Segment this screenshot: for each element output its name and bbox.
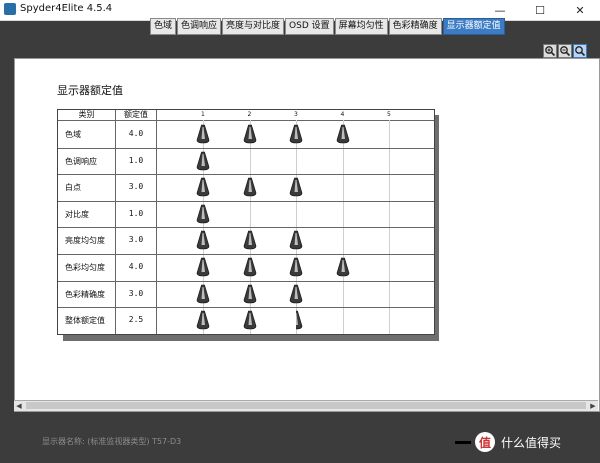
column-divider <box>156 110 157 334</box>
report-title: 显示器额定值 <box>57 84 123 97</box>
maximize-button[interactable]: ☐ <box>520 0 560 20</box>
scroll-thumb[interactable] <box>26 402 586 409</box>
rating-cone-icon <box>243 310 256 330</box>
tab-tone-response[interactable]: 色调响应 <box>177 18 222 35</box>
header-rating: 额定值 <box>124 110 148 119</box>
row-rating: 3.0 <box>128 235 144 245</box>
rating-cone-icon <box>243 231 256 250</box>
row-rating: 3.0 <box>128 182 144 192</box>
rating-cone-icon <box>289 177 303 197</box>
rating-cone-icon <box>196 231 210 250</box>
scale-tick-label: 1 <box>201 111 205 118</box>
row-category: 对比度 <box>65 209 89 219</box>
tab-gamut[interactable]: 色域 <box>150 18 177 35</box>
rating-cone-icon <box>243 284 256 303</box>
row-divider <box>58 227 434 228</box>
scroll-left-icon[interactable]: ◀ <box>14 401 24 411</box>
rating-cone-icon <box>196 284 210 303</box>
close-button[interactable]: ✕ <box>560 0 600 20</box>
row-rating: 1.0 <box>128 155 144 165</box>
row-category: 色彩均匀度 <box>65 263 105 272</box>
zoom-fit-icon <box>575 46 586 57</box>
rating-cone-icon <box>196 204 210 224</box>
row-divider <box>58 148 434 149</box>
rating-cone-icon <box>243 124 256 144</box>
tab-screen-uniformity[interactable]: 屏幕均匀性 <box>334 18 388 35</box>
row-rating: 4.0 <box>128 129 144 138</box>
monitor-name-status: 显示器名称: (标准监视器类型) T57-D3 <box>42 437 182 446</box>
zoom-out-icon <box>560 46 571 57</box>
rating-cone-icon <box>296 310 303 330</box>
header-category: 类别 <box>78 110 95 119</box>
rating-cone-icon <box>336 257 349 277</box>
rating-cone-icon <box>196 257 210 277</box>
tab-osd-settings[interactable]: OSD 设置 <box>285 18 334 35</box>
tab-color-accuracy[interactable]: 色彩精确度 <box>388 18 442 35</box>
scale-tick-label: 3 <box>294 111 298 118</box>
rating-cone-icon <box>196 310 210 330</box>
watermark-logo: 值 <box>475 432 495 452</box>
rating-cone-icon <box>336 124 349 144</box>
row-divider <box>58 174 434 175</box>
rating-cone-icon <box>196 151 210 170</box>
scroll-right-icon[interactable]: ▶ <box>588 401 598 411</box>
tab-brightness-contrast[interactable]: 亮度与对比度 <box>222 18 285 35</box>
window-title: Spyder4Elite 4.5.4 <box>20 3 113 14</box>
tab-monitor-rating[interactable]: 显示器额定值 <box>442 18 505 35</box>
scale-tick-label: 5 <box>387 111 391 118</box>
rating-cone-icon <box>196 177 210 197</box>
zoom-fit-button[interactable] <box>573 44 587 58</box>
rating-cone-icon <box>243 257 256 277</box>
row-rating: 4.0 <box>128 262 144 271</box>
minimize-button[interactable]: — <box>480 0 520 20</box>
rating-table: 类别 额定值 1 2 3 4 5 色域 4.0 色调响应 1.0 白点 3.0 对比度 1.0 亮度均匀度… <box>57 109 435 335</box>
row-rating: 1.0 <box>128 208 144 218</box>
rating-cone-icon <box>289 284 303 303</box>
row-divider <box>58 307 434 308</box>
row-category: 色调响应 <box>65 156 97 166</box>
scale-tick-label: 2 <box>247 111 252 118</box>
row-category: 色域 <box>65 130 81 139</box>
watermark-text: 什么值得买 <box>501 435 562 450</box>
row-divider <box>58 254 434 255</box>
zoom-out-button[interactable] <box>558 44 572 58</box>
row-category: 色彩精确度 <box>65 289 105 299</box>
row-category: 亮度均匀度 <box>65 236 105 246</box>
row-divider <box>58 281 434 282</box>
watermark: 值 什么值得买 <box>475 432 561 452</box>
rating-cone-icon <box>289 257 303 277</box>
rating-cone-icon <box>196 124 210 144</box>
watermark-bar <box>455 441 471 444</box>
row-divider <box>58 201 434 202</box>
row-rating: 3.0 <box>128 288 144 298</box>
zoom-in-button[interactable] <box>543 44 557 58</box>
rating-cone-icon <box>243 177 256 197</box>
app-icon <box>4 3 16 15</box>
rating-cone-icon <box>289 124 303 144</box>
horizontal-scrollbar[interactable]: ◀ ▶ <box>14 400 598 411</box>
column-divider <box>115 110 116 334</box>
tab-bar: 色域 色调响应 亮度与对比度 OSD 设置 屏幕均匀性 色彩精确度 显示器额定值 <box>150 18 506 35</box>
rating-cone-icon <box>289 231 303 250</box>
row-category: 白点 <box>65 183 81 193</box>
row-rating: 2.5 <box>128 315 144 325</box>
scale-tick-label: 4 <box>340 111 345 118</box>
row-category: 整体额定值 <box>65 316 105 326</box>
zoom-in-icon <box>545 46 556 57</box>
